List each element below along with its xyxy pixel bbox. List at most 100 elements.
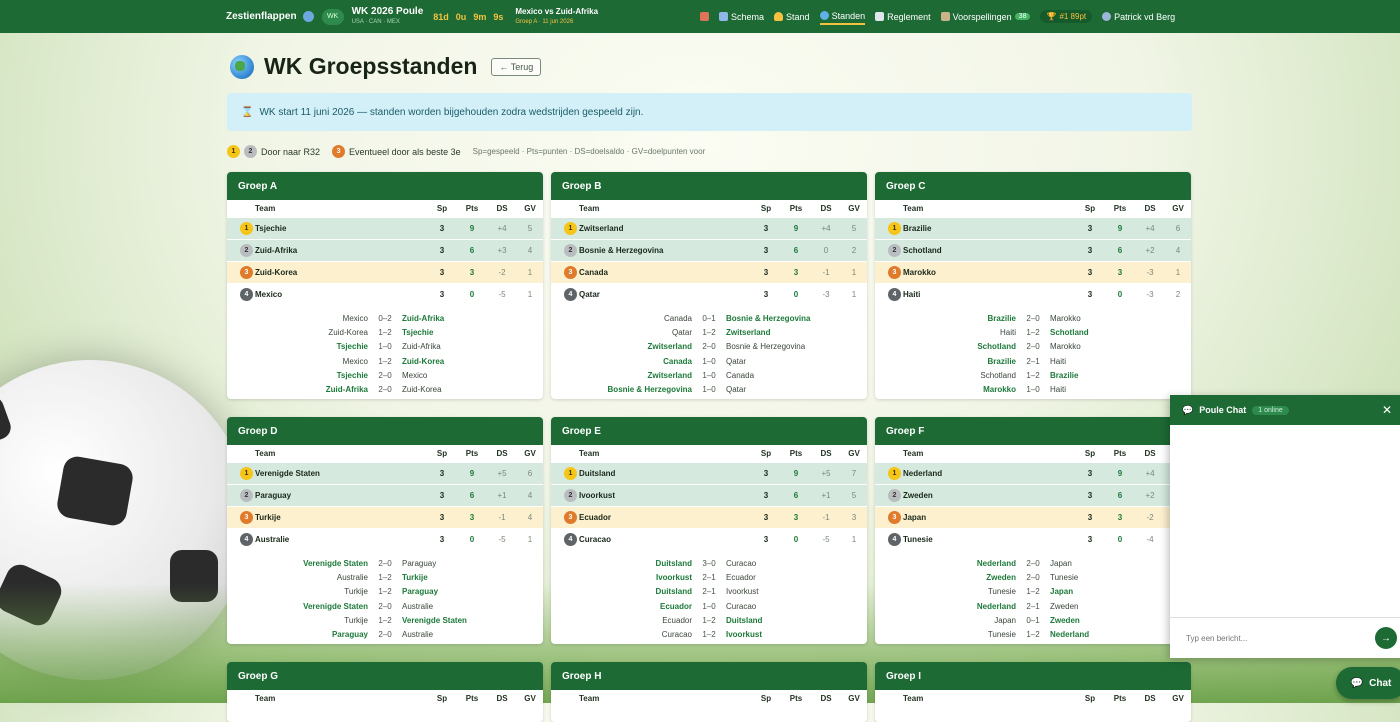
standings-row[interactable]: 2 Bosnie & Herzegovina 3 6 0 2	[551, 239, 867, 261]
match-row[interactable]: Ecuador 1–2 Duitsland	[551, 613, 867, 627]
user-menu[interactable]: Patrick vd Berg	[1102, 10, 1175, 24]
stat-ds: -2	[1146, 513, 1154, 522]
nav-reglement[interactable]: Reglement	[875, 10, 931, 24]
match-row[interactable]: Japan 0–1 Zweden	[875, 613, 1191, 627]
match-row[interactable]: Brazilie 2–0 Marokko	[875, 311, 1191, 325]
match-away-team: Verenigde Staten	[402, 615, 467, 625]
match-row[interactable]: Haiti 1–2 Schotland	[875, 325, 1191, 339]
column-header-team: Team	[579, 204, 600, 213]
standings-row[interactable]: 4 Curacao 3 0 -5 1	[551, 528, 867, 550]
standings-row[interactable]: 1 Duitsland 3 9 +5 7	[551, 462, 867, 484]
match-score: 2–0	[702, 342, 716, 352]
standings-row[interactable]: 1Nederland39+46	[875, 462, 1191, 484]
nav-stand[interactable]: Stand	[774, 10, 810, 24]
standings-row[interactable]: 2 Ivoorkust 3 6 +1 5	[551, 484, 867, 506]
rank-badge: 3	[564, 511, 577, 524]
standings-row[interactable]: 1 Verenigde Staten 3 9 +5 6	[227, 462, 543, 484]
next-match-info: Mexico vs Zuid-Afrika Groep A · 11 jun 2…	[515, 7, 598, 27]
match-row[interactable]: Bosnie & Herzegovina 1–0 Qatar	[551, 382, 867, 396]
match-row[interactable]: Qatar 1–2 Zwitserland	[551, 325, 867, 339]
standings-row[interactable]: 4 Mexico 3 0 -5 1	[227, 283, 543, 305]
match-away-team: Paraguay	[402, 558, 437, 568]
nav-schema[interactable]: Schema	[719, 10, 764, 24]
nav-standen[interactable]: Standen	[819, 9, 866, 25]
standings-header: Team Sp Pts DS GV	[551, 445, 867, 462]
match-row[interactable]: Curacao 1–2 Ivoorkust	[551, 627, 867, 641]
standings-row[interactable]: 2Zweden36+24	[875, 484, 1191, 506]
standings-row[interactable]: 3 Canada 3 3 -1 1	[551, 261, 867, 283]
match-row[interactable]: Nederland 2–1 Zweden	[875, 599, 1191, 613]
match-row[interactable]: Australie 1–2 Turkije	[227, 570, 543, 584]
standings-row[interactable]: 3Japan33-22	[875, 506, 1191, 528]
match-row[interactable]: Zuid-Korea 1–2 Tsjechie	[227, 325, 543, 339]
user-points[interactable]: 🏆 #1 89pt	[1040, 10, 1093, 23]
standings-row[interactable]: 3 Turkije 3 3 -1 4	[227, 506, 543, 528]
match-row[interactable]: Schotland 2–0 Marokko	[875, 340, 1191, 354]
match-row[interactable]: Verenigde Staten 2–0 Australie	[227, 599, 543, 613]
chat-toggle-button[interactable]: 💬 Chat	[1336, 667, 1400, 699]
match-row[interactable]: Canada 0–1 Bosnie & Herzegovina	[551, 311, 867, 325]
match-row[interactable]: Marokko 1–0 Haiti	[875, 382, 1191, 396]
match-row[interactable]: Turkije 1–2 Paraguay	[227, 585, 543, 599]
match-list: Verenigde Staten 2–0 Paraguay Australie 1–2 T…	[227, 550, 543, 642]
predictions-count-badge: 38	[1014, 13, 1031, 20]
match-row[interactable]: Mexico 0–2 Zuid-Afrika	[227, 311, 543, 325]
match-row[interactable]: Nederland 2–0 Japan	[875, 556, 1191, 570]
match-row[interactable]: Verenigde Staten 2–0 Paraguay	[227, 556, 543, 570]
match-score: 1–0	[702, 385, 716, 395]
standings-row[interactable]: 4Tunesie30-42	[875, 528, 1191, 550]
standings-row[interactable]: 1 Zwitserland 3 9 +4 5	[551, 217, 867, 239]
stat-pts: 9	[793, 224, 799, 233]
rank-badge: 2	[888, 244, 901, 257]
match-row[interactable]: Canada 1–0 Qatar	[551, 354, 867, 368]
match-row[interactable]: Tsjechie 2–0 Mexico	[227, 368, 543, 382]
chat-message-input[interactable]	[1184, 632, 1368, 644]
match-row[interactable]: Duitsland 2–1 Ivoorkust	[551, 585, 867, 599]
calendar-icon	[719, 12, 728, 21]
rank-badge: 4	[240, 288, 253, 301]
match-row[interactable]: Zwitserland 2–0 Bosnie & Herzegovina	[551, 340, 867, 354]
back-button[interactable]: ← Terug	[491, 57, 542, 76]
match-row[interactable]: Turkije 1–2 Verenigde Staten	[227, 613, 543, 627]
match-row[interactable]: Zuid-Afrika 2–0 Zuid-Korea	[227, 382, 543, 396]
standings-row[interactable]: 3 Ecuador 3 3 -1 3	[551, 506, 867, 528]
match-row[interactable]: Paraguay 2–0 Australie	[227, 627, 543, 641]
match-score: 1–0	[702, 370, 716, 380]
match-row[interactable]: Duitsland 3–0 Curacao	[551, 556, 867, 570]
match-row[interactable]: Schotland 1–2 Brazilie	[875, 368, 1191, 382]
match-row[interactable]: Brazilie 2–1 Haiti	[875, 354, 1191, 368]
column-header-ds: DS	[496, 204, 508, 213]
match-row[interactable]: Zweden 2–0 Tunesie	[875, 570, 1191, 584]
standings-row[interactable]: 1 Tsjechie 3 9 +4 5	[227, 217, 543, 239]
match-row[interactable]: Tunesie 1–2 Japan	[875, 585, 1191, 599]
match-row[interactable]: Tunesie 1–2 Nederland	[875, 627, 1191, 641]
rank-cell: 2	[875, 244, 903, 257]
group-title: Groep I	[875, 662, 1191, 690]
close-icon[interactable]: ✕	[1382, 403, 1392, 417]
standings-row[interactable]: 3 Zuid-Korea 3 3 -2 1	[227, 261, 543, 283]
chat-header: 💬 Poule Chat 1 online	[1170, 395, 1400, 425]
match-row[interactable]: Mexico 1–2 Zuid-Korea	[227, 354, 543, 368]
match-row[interactable]: Ecuador 1–0 Curacao	[551, 599, 867, 613]
standings-row[interactable]: 3 Marokko 3 3 -3 1	[875, 261, 1191, 283]
nav-home-icon[interactable]	[700, 10, 709, 23]
nav-voorspellingen[interactable]: Voorspellingen 38	[940, 10, 1031, 24]
match-row[interactable]: Zwitserland 1–0 Canada	[551, 368, 867, 382]
standings-row[interactable]: 4 Haiti 3 0 -3 2	[875, 283, 1191, 305]
standings-row[interactable]: 2 Zuid-Afrika 3 6 +3 4	[227, 239, 543, 261]
standings-row[interactable]: 1 Brazilie 3 9 +4 6	[875, 217, 1191, 239]
column-header-gv: GV	[524, 449, 536, 458]
countdown-seconds: 9s	[493, 11, 504, 22]
send-button[interactable]: →	[1375, 627, 1397, 649]
standings-row[interactable]: 4 Australie 3 0 -5 1	[227, 528, 543, 550]
standings-row[interactable]: 4 Qatar 3 0 -3 1	[551, 283, 867, 305]
match-row[interactable]: Ivoorkust 2–1 Ecuador	[551, 570, 867, 584]
standings-row[interactable]: 2 Paraguay 3 6 +1 4	[227, 484, 543, 506]
group-title: Groep G	[227, 662, 543, 690]
match-away-team: Brazilie	[1050, 370, 1079, 380]
standings-row[interactable]: 2 Schotland 3 6 +2 4	[875, 239, 1191, 261]
column-header-team: Team	[255, 449, 276, 458]
brand-name[interactable]: Zestienflappen	[226, 11, 297, 22]
match-row[interactable]: Tsjechie 1–0 Zuid-Afrika	[227, 340, 543, 354]
match-home-team: Turkije	[344, 587, 368, 597]
